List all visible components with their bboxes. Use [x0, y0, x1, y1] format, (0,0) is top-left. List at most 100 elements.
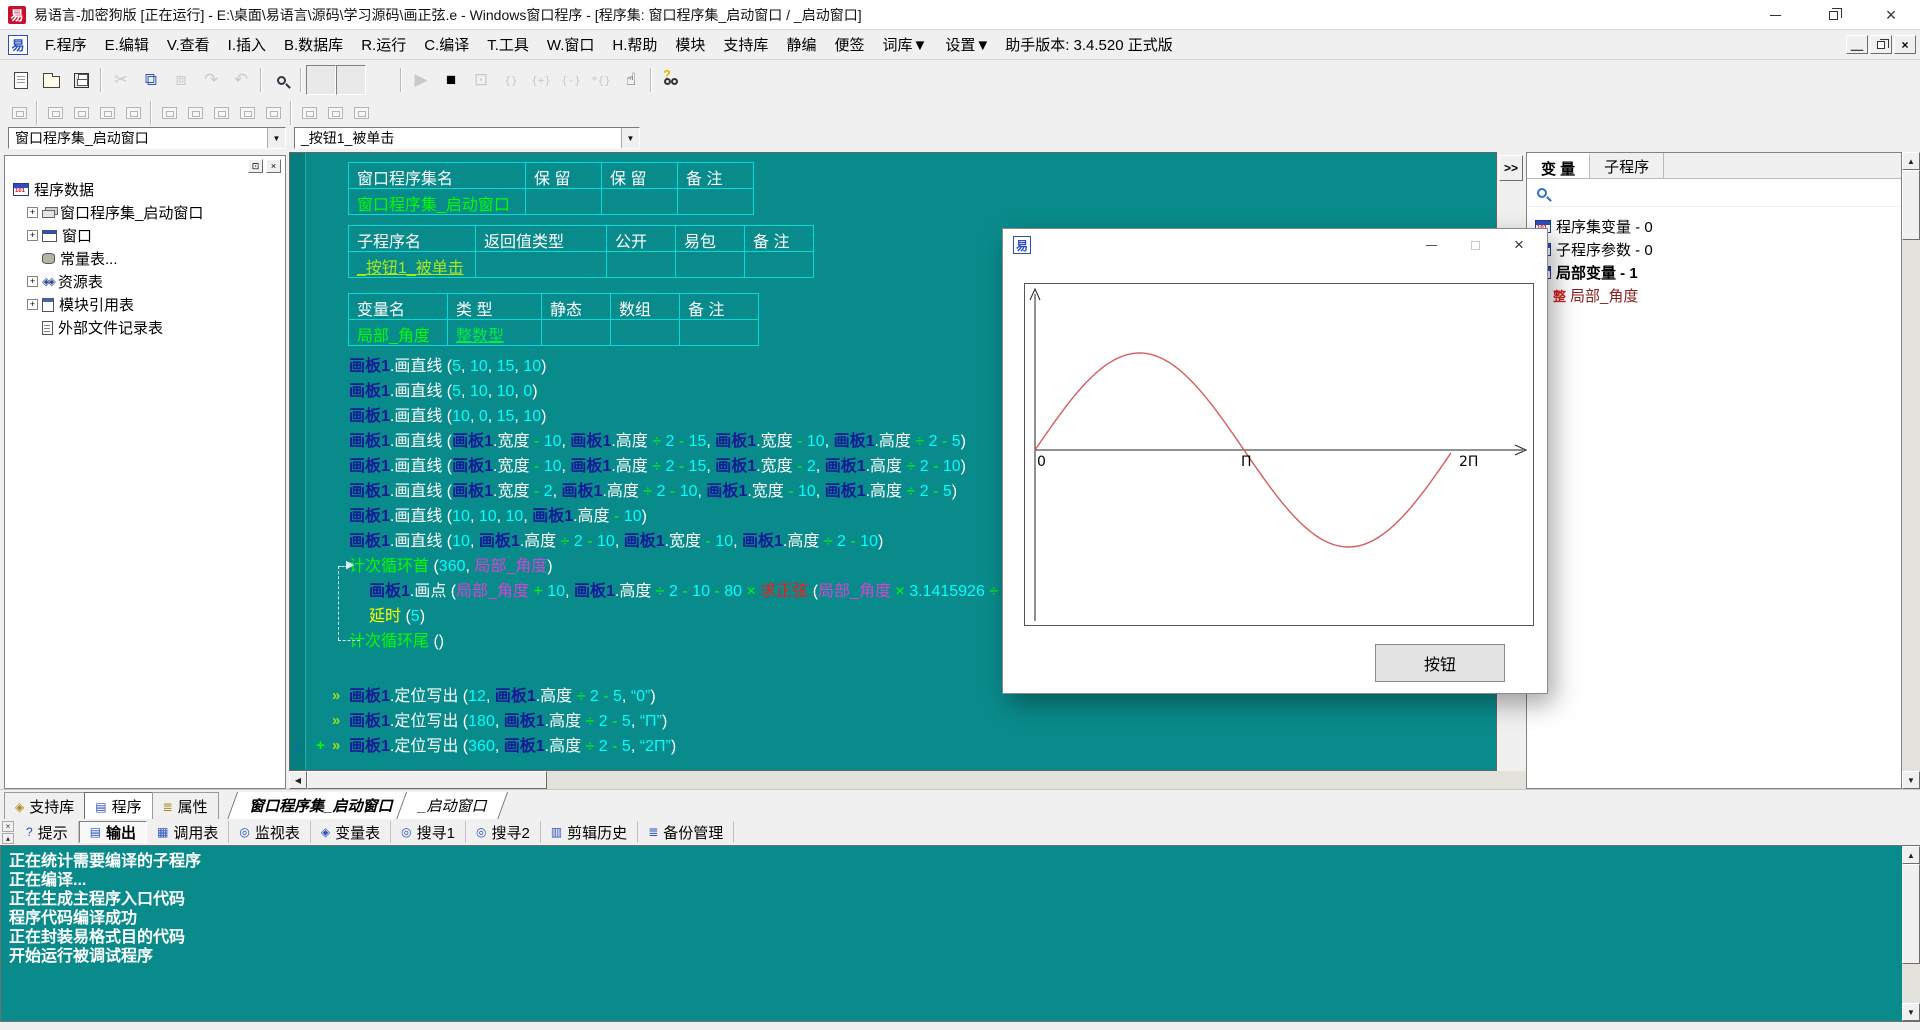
- code-line-6[interactable]: 画板1.画直线 (10, 10, 10, 画板1.高度 - 10): [349, 503, 647, 529]
- layout-code-button[interactable]: [336, 65, 366, 95]
- sheet-tab-_启动窗口[interactable]: _启动窗口: [396, 792, 509, 820]
- code-line-12[interactable]: 画板1.定位写出 (12, 画板1.高度 ÷ 2 - 5, “0”): [349, 683, 656, 709]
- code-line-3[interactable]: 画板1.画直线 (画板1.宽度 - 10, 画板1.高度 ÷ 2 - 15, 画…: [349, 428, 966, 454]
- output-tab-监视表[interactable]: ◎监视表: [229, 821, 311, 843]
- step-into-button[interactable]: {+}: [526, 65, 556, 95]
- step-over-button[interactable]: {}: [496, 65, 526, 95]
- menu-item-V.查看[interactable]: V.查看: [158, 31, 219, 58]
- scroll-up-button[interactable]: ▲: [1902, 152, 1920, 170]
- code-line-7[interactable]: 画板1.画直线 (10, 画板1.高度 ÷ 2 - 10, 画板1.宽度 - 1…: [349, 528, 883, 554]
- variable-search-row[interactable]: [1527, 179, 1901, 207]
- menu-item-C.编译[interactable]: C.编译: [415, 31, 478, 58]
- variable-tree-item[interactable]: 局部变量 - 1: [1535, 261, 1897, 284]
- same-height-button[interactable]: [322, 102, 348, 124]
- code-line-9[interactable]: 画板1.画点 (局部_角度 + 10, 画板1.高度 ÷ 2 - 10 - 80…: [369, 578, 1040, 604]
- tab-子程序[interactable]: 子程序: [1590, 153, 1664, 178]
- tree-item-常量表...[interactable]: 常量表...: [13, 247, 281, 270]
- close-button[interactable]: ×: [1862, 0, 1920, 30]
- redo-button[interactable]: ↷: [196, 65, 226, 95]
- same-width-button[interactable]: [296, 102, 322, 124]
- cut-button[interactable]: ✂: [106, 65, 136, 95]
- align-left-button[interactable]: [42, 102, 68, 124]
- menu-item-T.工具[interactable]: T.工具: [478, 31, 538, 58]
- scroll-up-button[interactable]: ▲: [1902, 846, 1920, 864]
- save-button[interactable]: [66, 65, 96, 95]
- debug-pause-button[interactable]: ⊡: [466, 65, 496, 95]
- copy-button[interactable]: ⧉: [136, 65, 166, 95]
- mdi-close-button[interactable]: ×: [1894, 35, 1916, 54]
- tab-程序[interactable]: ▤程序: [84, 792, 152, 821]
- table-data-row[interactable]: 局部_角度整数型: [349, 320, 759, 346]
- table-data-row[interactable]: _按钮1_被单击: [349, 252, 814, 278]
- output-tab-剪辑历史[interactable]: ▥剪辑历史: [541, 821, 638, 843]
- table-data-cell[interactable]: _按钮1_被单击: [348, 251, 476, 278]
- menu-item-支持库[interactable]: 支持库: [714, 31, 777, 58]
- code-line-13[interactable]: 画板1.定位写出 (180, 画板1.高度 ÷ 2 - 5, “Π”): [349, 708, 667, 734]
- table-data-cell[interactable]: [541, 319, 611, 346]
- panel-dock-button[interactable]: ⊡: [248, 159, 263, 173]
- code-line-11[interactable]: 计次循环尾 (): [349, 628, 444, 654]
- chevron-down-icon[interactable]: ▼: [267, 128, 285, 148]
- right-panel-scrollbar[interactable]: ▲ ▼: [1902, 152, 1920, 789]
- compile-output-console[interactable]: 正在统计需要编译的子程序正在编译...正在生成主程序入口代码程序代码编译成功正在…: [0, 845, 1920, 1022]
- sheet-tab-窗口程序集_启动窗口[interactable]: 窗口程序集_启动窗口: [227, 792, 415, 820]
- open-file-button[interactable]: [36, 65, 66, 95]
- menu-item-模块[interactable]: 模块: [666, 31, 714, 58]
- step-out-button[interactable]: {-}: [556, 65, 586, 95]
- table-data-cell[interactable]: [610, 319, 680, 346]
- tab-属性[interactable]: ≣属性: [152, 792, 219, 821]
- menu-item-E.编辑[interactable]: E.编辑: [96, 31, 158, 58]
- tree-item-外部文件记录表[interactable]: 外部文件记录表: [13, 316, 281, 339]
- align-top-button[interactable]: [94, 102, 120, 124]
- table-data-cell[interactable]: 窗口程序集_启动窗口: [348, 188, 526, 215]
- space-down-button[interactable]: [260, 102, 286, 124]
- scroll-left-button[interactable]: ◀: [289, 771, 307, 789]
- code-line-5[interactable]: 画板1.画直线 (画板1.宽度 - 2, 画板1.高度 ÷ 2 - 10, 画板…: [349, 478, 957, 504]
- code-line-1[interactable]: 画板1.画直线 (5, 10, 10, 0): [349, 378, 538, 404]
- layout-split-button[interactable]: [366, 65, 396, 95]
- code-line-14[interactable]: 画板1.定位写出 (360, 画板1.高度 ÷ 2 - 5, “2Π”): [349, 733, 676, 759]
- expand-icon[interactable]: +: [27, 276, 38, 287]
- code-line-0[interactable]: 画板1.画直线 (5, 10, 15, 10): [349, 353, 546, 379]
- align-right-button[interactable]: [68, 102, 94, 124]
- find-button[interactable]: [266, 65, 296, 95]
- mdi-minimize-button[interactable]: ＿: [1846, 35, 1868, 54]
- expand-icon[interactable]: +: [27, 299, 38, 310]
- scrollbar-thumb[interactable]: [1902, 170, 1920, 240]
- menu-item-R.运行[interactable]: R.运行: [352, 31, 415, 58]
- table-data-row[interactable]: 窗口程序集_启动窗口: [349, 189, 754, 215]
- expand-icon[interactable]: +: [27, 207, 38, 218]
- scrollbar-thumb[interactable]: [1902, 864, 1920, 964]
- popup-button[interactable]: 按钮: [1375, 644, 1505, 682]
- popup-titlebar[interactable]: 易 ×: [1003, 229, 1547, 261]
- output-scrollbar[interactable]: ▲ ▼: [1902, 846, 1920, 1021]
- table-data-cell[interactable]: [606, 251, 676, 278]
- help-find-button[interactable]: ?: [656, 65, 686, 95]
- output-tab-提示[interactable]: ?提示: [16, 821, 79, 843]
- code-line-4[interactable]: 画板1.画直线 (画板1.宽度 - 10, 画板1.高度 ÷ 2 - 15, 画…: [349, 453, 966, 479]
- popup-close-button[interactable]: ×: [1497, 229, 1541, 261]
- output-tab-变量表[interactable]: ◈变量表: [311, 821, 391, 843]
- scrollbar-thumb[interactable]: [307, 771, 547, 789]
- center-horizontal-button[interactable]: [156, 102, 182, 124]
- collapse-panel-button[interactable]: >>: [1499, 155, 1523, 181]
- menu-item-便签[interactable]: 便签: [825, 31, 873, 58]
- pause-hand-button[interactable]: ☝: [616, 65, 646, 95]
- new-file-button[interactable]: [6, 65, 36, 95]
- chevron-down-icon[interactable]: ▼: [621, 128, 639, 148]
- tree-item-程序数据[interactable]: 程序数据: [13, 178, 281, 201]
- output-tab-搜寻1[interactable]: ◎搜寻1: [391, 821, 466, 843]
- tree-item-资源表[interactable]: +◈◈资源表: [13, 270, 281, 293]
- menu-item-I.插入[interactable]: I.插入: [219, 31, 275, 58]
- table-data-cell[interactable]: 整数型: [447, 319, 542, 346]
- output-pin-button[interactable]: ▴: [2, 833, 14, 844]
- menu-item-静编[interactable]: 静编: [777, 31, 825, 58]
- center-vertical-button[interactable]: [182, 102, 208, 124]
- variable-tree-item[interactable]: 整局部_角度: [1535, 284, 1897, 307]
- space-across-button[interactable]: [234, 102, 260, 124]
- popup-maximize-button[interactable]: [1453, 229, 1497, 261]
- window-program-set-combo[interactable]: 窗口程序集_启动窗口 ▼: [8, 127, 286, 149]
- subroutine-combo[interactable]: _按钮1_被单击 ▼: [294, 127, 640, 149]
- menu-item-H.帮助[interactable]: H.帮助: [603, 31, 666, 58]
- tree-item-窗口[interactable]: +窗口: [13, 224, 281, 247]
